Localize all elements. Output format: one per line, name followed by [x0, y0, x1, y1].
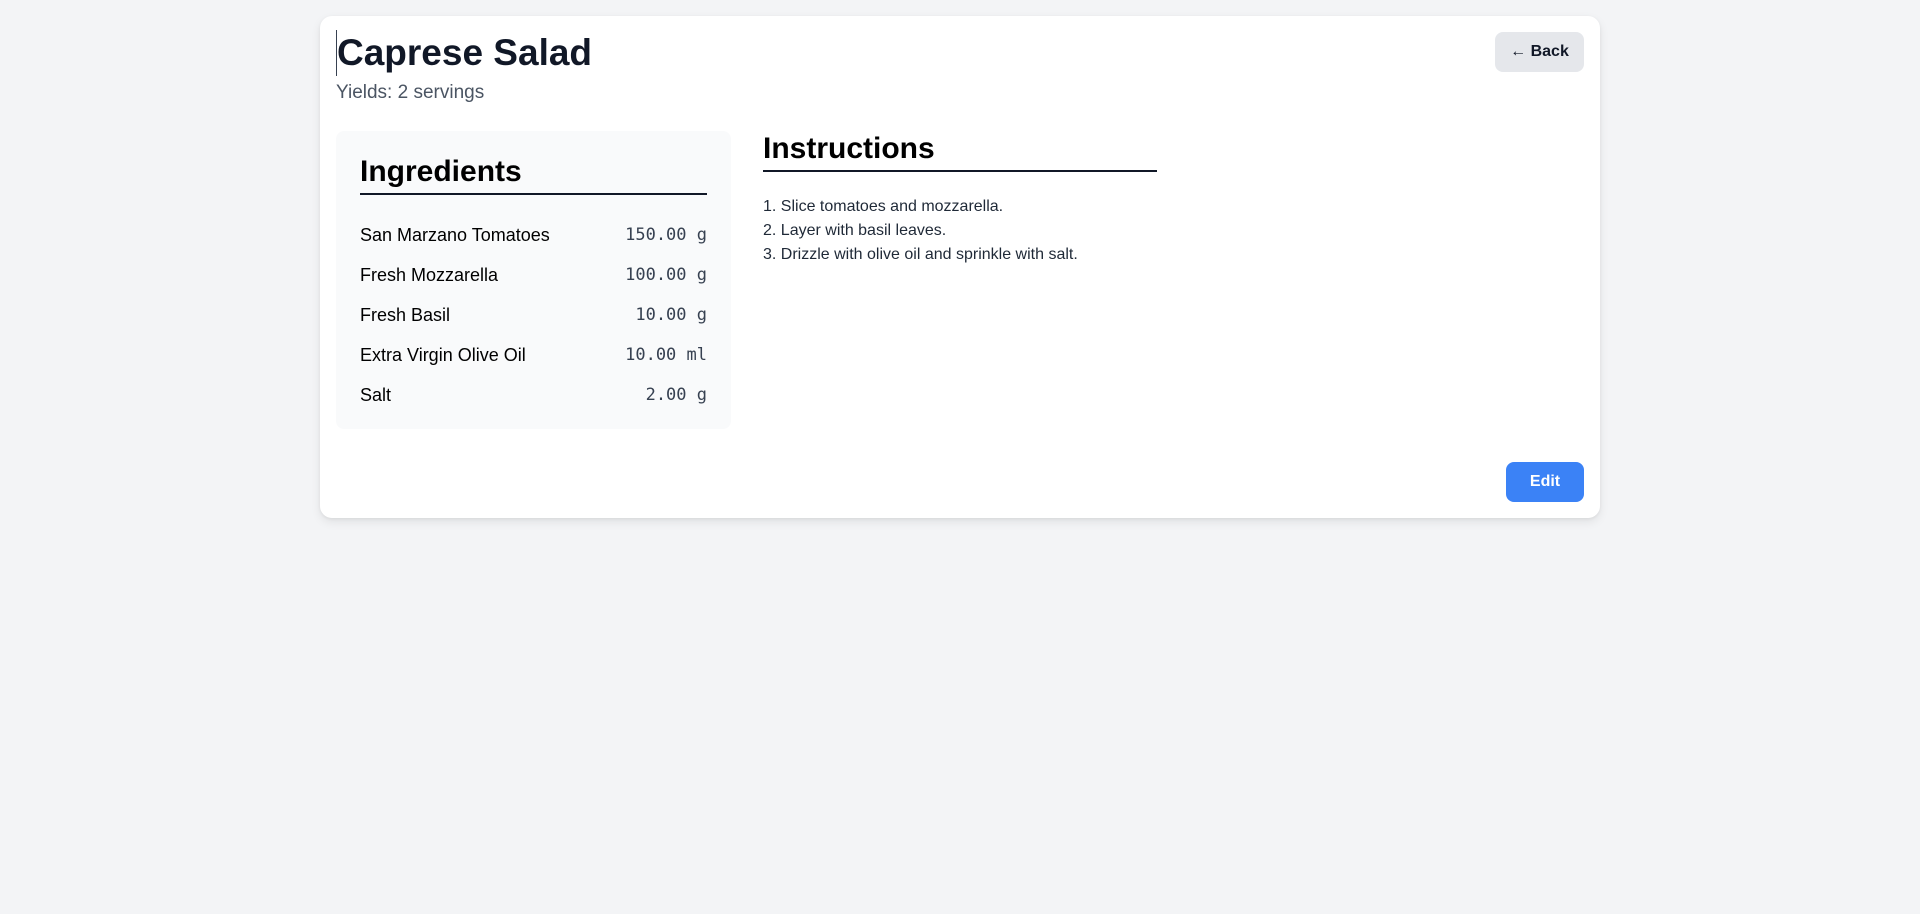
- ingredient-name: Fresh Basil: [360, 304, 451, 325]
- ingredients-heading: Ingredients: [360, 155, 707, 195]
- ingredient-row: Fresh Mozzarella 100.00 g: [360, 255, 707, 295]
- ingredients-panel: Ingredients San Marzano Tomatoes 150.00 …: [336, 131, 731, 429]
- instruction-step: 2. Layer with basil leaves.: [763, 222, 947, 239]
- ingredient-name: Fresh Mozzarella: [360, 264, 499, 285]
- recipe-yields: Yields: 2 servings: [336, 82, 485, 103]
- ingredient-quantity: 10.00 ml: [625, 345, 707, 365]
- ingredient-row: Extra Virgin Olive Oil 10.00 ml: [360, 335, 707, 375]
- ingredient-name: San Marzano Tomatoes: [360, 224, 550, 245]
- ingredient-quantity: 10.00 g: [635, 305, 707, 325]
- instructions-list: 1. Slice tomatoes and mozzarella. 2. Lay…: [763, 195, 1078, 267]
- ingredients-list: San Marzano Tomatoes 150.00 g Fresh Mozz…: [360, 215, 707, 415]
- edit-button[interactable]: Edit: [1506, 462, 1584, 502]
- ingredient-quantity: 100.00 g: [625, 265, 707, 285]
- ingredient-row: San Marzano Tomatoes 150.00 g: [360, 215, 707, 255]
- ingredient-row: Fresh Basil 10.00 g: [360, 295, 707, 335]
- recipe-title[interactable]: Caprese Salad: [336, 30, 592, 76]
- back-button[interactable]: ← Back: [1495, 32, 1584, 72]
- recipe-card: Caprese Salad Yields: 2 servings ← Back …: [320, 16, 1600, 518]
- instruction-step: 1. Slice tomatoes and mozzarella.: [763, 198, 1004, 215]
- instructions-heading: Instructions: [763, 132, 1157, 172]
- ingredient-quantity: 2.00 g: [645, 385, 707, 405]
- ingredient-name: Salt: [360, 384, 392, 405]
- ingredient-row: Salt 2.00 g: [360, 375, 707, 415]
- ingredient-name: Extra Virgin Olive Oil: [360, 344, 526, 365]
- instruction-step: 3. Drizzle with olive oil and sprinkle w…: [763, 246, 1078, 263]
- ingredient-quantity: 150.00 g: [625, 225, 707, 245]
